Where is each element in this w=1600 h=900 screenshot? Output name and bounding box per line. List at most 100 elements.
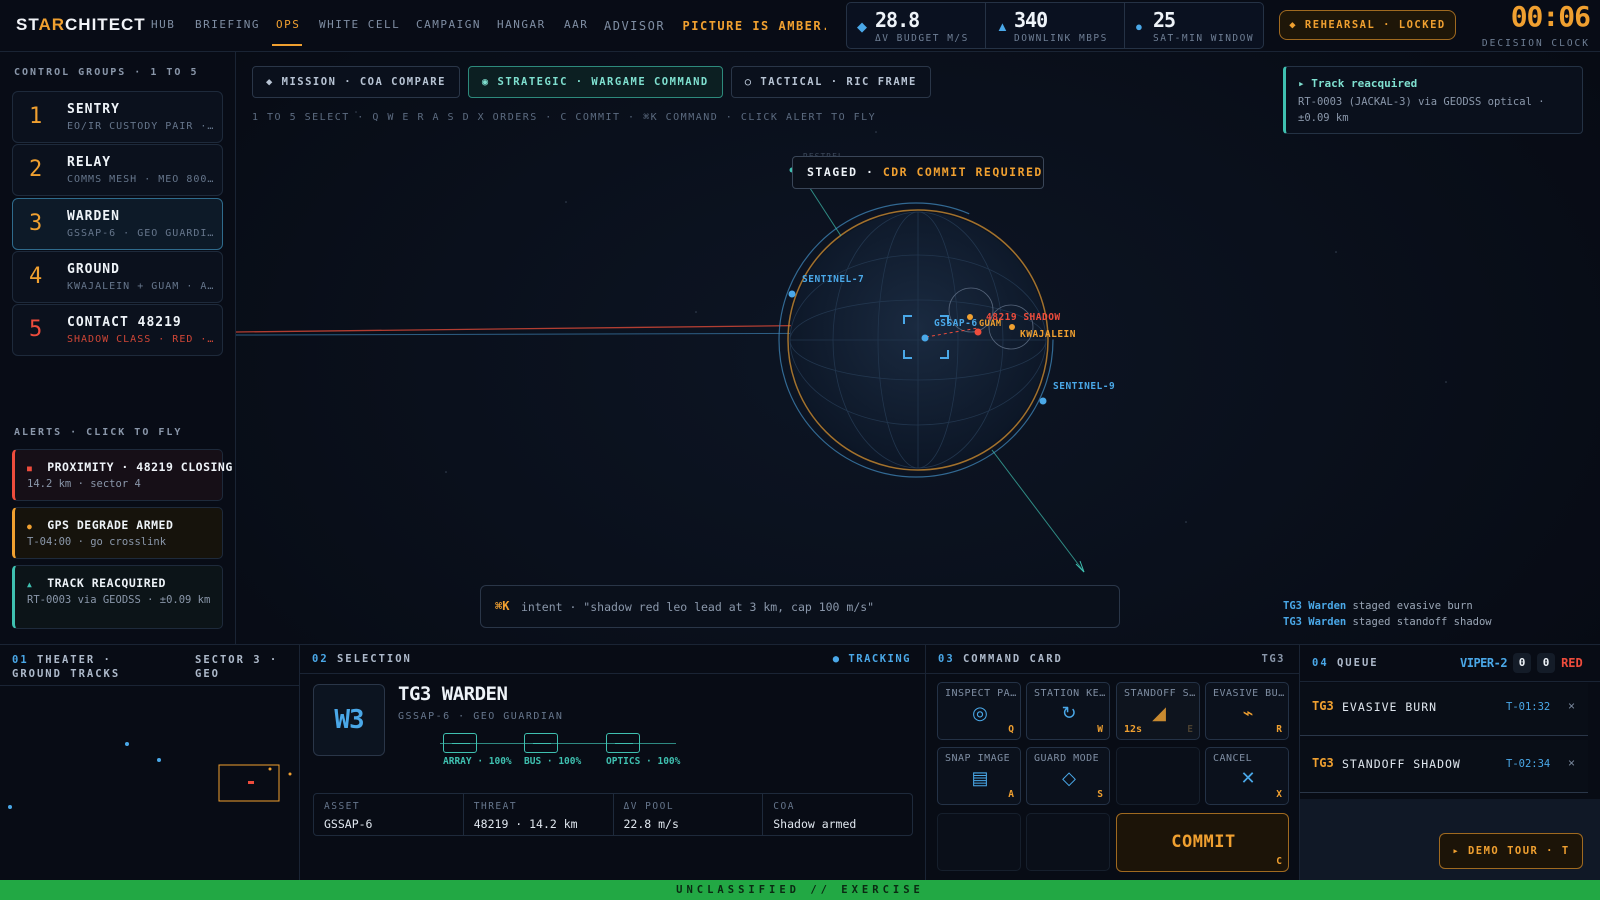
queue-item[interactable]: TG3 EVASIVE BURN T-01:32 × (1300, 683, 1588, 736)
theater-minimap[interactable] (0, 687, 300, 877)
sentinel7-label: SENTINEL-7 (802, 274, 865, 285)
hotkey: R (1276, 724, 1282, 735)
selection-stats: ASSET GSSAP-6 THREAT 48219 · 14.2 km ΔV PO… (313, 793, 913, 836)
sensor-beam-north (805, 181, 842, 237)
tab-mission-coa-compare[interactable]: ◆ MISSION · COA COMPARE (252, 66, 460, 98)
alert-title: ■ PROXIMITY · 48219 CLOSING (27, 460, 233, 474)
alert-sub: RT-0003 via GEODSS · ±0.09 km (27, 594, 211, 606)
demo-tour-button[interactable]: ▸ DEMO TOUR · T (1439, 833, 1583, 869)
sentinel9-marker[interactable] (1039, 397, 1047, 405)
metric-value: 25 (1153, 8, 1176, 32)
group-sub: SHADOW CLASS · RED · GEO (67, 334, 217, 345)
subsystem-optics-label: OPTICS · 100% (606, 756, 681, 767)
stat-threat: THREAT 48219 · 14.2 km (464, 794, 614, 835)
track-dot (125, 742, 129, 746)
health-fill (533, 743, 551, 744)
control-group-4[interactable]: 4 GROUND KWAJALEIN + GUAM · ANTENNAS (12, 251, 223, 303)
nav-active-indicator (272, 44, 302, 46)
control-group-3[interactable]: 3 WARDEN GSSAP-6 · GEO GUARDIAN (12, 198, 223, 250)
cmd-empty-slot (937, 813, 1021, 871)
alert-gps-degrade[interactable]: ● GPS DEGRADE ARMED T-04:00 · go crossli… (12, 507, 223, 559)
sensor-beam-south (991, 449, 1085, 573)
cmd-cancel-button[interactable]: CANCEL ✕ X (1205, 747, 1289, 805)
nav-campaign[interactable]: CAMPAIGN (416, 18, 481, 31)
gssap6-marker[interactable] (921, 334, 929, 342)
subsystem-array-label: ARRAY · 100% (443, 756, 512, 767)
metric-label: SAT-MIN WINDOW (1153, 33, 1255, 44)
tab-strategic-wargame[interactable]: ◉ STRATEGIC · WARGAME COMMAND (467, 66, 723, 98)
sentinel7-marker[interactable] (788, 290, 796, 298)
red-team: RED (1561, 656, 1583, 670)
metric-dv-budget: ◆ 28.8 ΔV BUDGET M/S (847, 3, 986, 48)
theater-panel: 01 THEATER · GROUND TRACKS SECTOR 3 · GE… (0, 645, 300, 881)
queue-panel: 04 QUEUE VIPER-2 0 0 RED TG3 EVASIVE BUR… (1300, 645, 1600, 881)
intent-command-input[interactable]: ⌘K intent · "shadow red leo lead at 3 km… (480, 585, 1120, 628)
command-key-icon: ⌘K (495, 599, 510, 613)
control-group-1[interactable]: 1 SENTRY EO/IR CUSTODY PAIR · LEO (12, 91, 223, 143)
app-logo[interactable]: STARCHITECT (16, 15, 146, 35)
group-number: 2 (29, 157, 43, 182)
alert-sub: 14.2 km · sector 4 (27, 478, 141, 490)
cmd-station-keep-button[interactable]: STATION KEEP ↻ W (1026, 682, 1110, 740)
target-icon: ◎ (972, 703, 988, 723)
remove-icon[interactable]: × (1568, 699, 1575, 713)
cmd-snap-image-button[interactable]: SNAP IMAGE ▤ A (937, 747, 1021, 805)
cycle-icon: ↻ (1061, 703, 1077, 723)
staged-callout[interactable]: STAGED · CDR COMMIT REQUIRED (792, 156, 1044, 189)
keyboard-hint: 1 TO 5 SELECT · Q W E R A S D X ORDERS ·… (252, 112, 877, 123)
queue-group: TG3 (1312, 699, 1334, 713)
tab-tactical-ric[interactable]: ○ TACTICAL · RIC FRAME (730, 66, 931, 98)
rehearsal-locked-badge[interactable]: ◆ REHEARSAL · LOCKED (1279, 10, 1456, 40)
cmd-inspect-pass-button[interactable]: INSPECT PASS ◎ Q (937, 682, 1021, 740)
metric-value: 340 (1014, 8, 1048, 32)
queue-item[interactable]: TG3 STANDOFF SHADOW T-02:34 × (1300, 740, 1588, 793)
alert-title-text: GPS DEGRADE ARMED (47, 518, 174, 532)
alerts-title: ALERTS · CLICK TO FLY (14, 427, 183, 438)
theater-title: 01 THEATER · GROUND TRACKS (12, 654, 121, 680)
subsystem-bus-label: BUS · 100% (524, 756, 582, 767)
contact-48219-label: 48219 SHADOW (986, 312, 1061, 323)
globe-view[interactable] (236, 52, 1600, 644)
nav-aar[interactable]: AAR (564, 18, 588, 31)
metric-sat-window: ● 25 SAT-MIN WINDOW (1125, 3, 1263, 48)
square-alert-icon: ■ (27, 464, 33, 473)
stat-label: ASSET (324, 801, 361, 812)
log-entry: TG3 Warden staged evasive burn (1283, 598, 1492, 614)
subsystem-bus-icon (524, 733, 558, 753)
kwajalein-marker[interactable] (1009, 324, 1015, 330)
alert-proximity[interactable]: ■ PROXIMITY · 48219 CLOSING 14.2 km · se… (12, 449, 232, 501)
scoreboard: VIPER-2 0 0 RED (1460, 653, 1583, 673)
track-reacquired-toast[interactable]: ▸ Track reacquired RT-0003 (JACKAL-3) vi… (1283, 66, 1583, 134)
stat-label: THREAT (473, 801, 518, 812)
control-group-2[interactable]: 2 RELAY COMMS MESH · MEO 8000 KM (12, 144, 223, 196)
alert-track-reacquired[interactable]: ▲ TRACK REACQUIRED RT-0003 via GEODSS · … (12, 565, 223, 629)
control-group-5[interactable]: 5 CONTACT 48219 SHADOW CLASS · RED · GEO (12, 304, 223, 356)
nav-ops[interactable]: OPS (276, 18, 300, 31)
nav-white-cell[interactable]: WHITE CELL (319, 18, 400, 31)
nav-hangar[interactable]: HANGAR (497, 18, 546, 31)
stat-value: 48219 · 14.2 km (473, 817, 578, 831)
unit-badge: W3 (313, 684, 385, 756)
commit-button[interactable]: COMMIT C (1116, 813, 1289, 872)
hotkey: C (1276, 856, 1282, 867)
sector-label: SECTOR 3 · GEO (195, 654, 279, 680)
advisor-ticker[interactable]: ADVISOR PICTURE IS AMBER. … (604, 19, 826, 33)
nav-briefing[interactable]: BRIEFING (195, 18, 260, 31)
blue-team: VIPER-2 (1460, 656, 1508, 670)
group-sub: GSSAP-6 · GEO GUARDIAN (67, 228, 217, 239)
remove-icon[interactable]: × (1568, 756, 1575, 770)
log-action: staged evasive burn (1346, 600, 1473, 612)
left-panel: CONTROL GROUPS · 1 TO 5 1 SENTRY EO/IR C… (0, 52, 236, 644)
cmd-guard-mode-button[interactable]: GUARD MODE ◇ S (1026, 747, 1110, 805)
queue-time: T-02:34 (1506, 758, 1551, 770)
view-mode-tabs: ◆ MISSION · COA COMPARE ◉ STRATEGIC · WA… (252, 66, 931, 98)
queue-title: 04 QUEUE (1312, 657, 1379, 669)
triangle-alert-icon: ▲ (27, 580, 33, 589)
hotkey: S (1097, 789, 1103, 800)
hotkey: E (1187, 724, 1193, 735)
contact-48219-marker[interactable] (974, 328, 982, 336)
nav-hub[interactable]: HUB (151, 18, 175, 31)
cmd-evasive-burn-button[interactable]: EVASIVE BURN ⌁ R (1205, 682, 1289, 740)
cmd-standoff-shadow-button[interactable]: STANDOFF SHADOW ◢ 12s E (1116, 682, 1200, 740)
group-sub: KWAJALEIN + GUAM · ANTENNAS (67, 281, 217, 292)
